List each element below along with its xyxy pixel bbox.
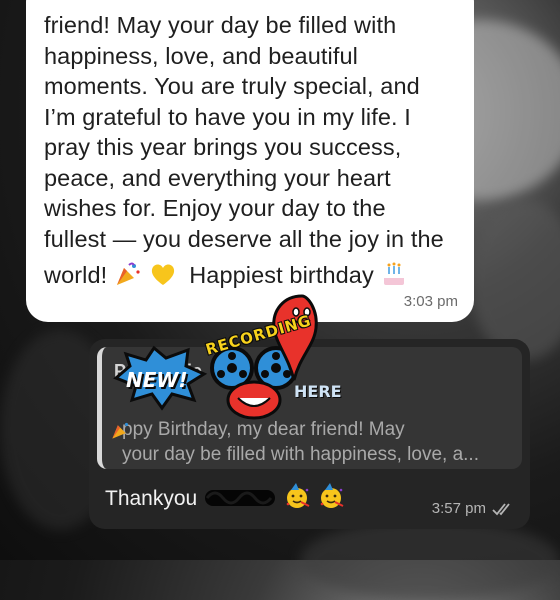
message-line: moments. You are truly special, and <box>44 73 420 99</box>
message-line: happiness, love, and beautiful <box>44 42 358 69</box>
here-label: HERE <box>294 382 342 401</box>
yellow-heart-icon <box>151 264 174 285</box>
message-line: I’m grateful to have you in my life. I <box>44 103 411 130</box>
message-meta: 3:57 pm <box>432 500 514 517</box>
message-timestamp: 3:57 pm <box>431 500 486 517</box>
new-label: NEW! <box>126 368 188 392</box>
message-timestamp: 3:03 pm <box>403 293 458 310</box>
message-line: peace, and everything your heart <box>44 164 391 191</box>
message-line: world! Happiest birthday <box>44 260 460 291</box>
double-check-icon <box>492 502 510 515</box>
party-popper-icon <box>116 262 140 285</box>
recording-sticker-art <box>113 294 318 420</box>
reply-text-row: Thankyou <box>105 482 345 511</box>
incoming-message-bubble[interactable]: friend! May your day be filled with happ… <box>26 0 474 322</box>
message-line: fullest — you deserve all the joy in the <box>44 225 444 252</box>
partying-face-icon <box>320 483 344 508</box>
recording-sticker: RECORDING NEW! HERE <box>108 290 342 430</box>
quoted-line: your day be filled with happiness, love,… <box>122 444 479 465</box>
partying-face-icon <box>286 483 310 508</box>
message-line: wishes for. Enjoy your day to the <box>44 195 386 221</box>
message-word: Happiest birthday <box>189 262 374 288</box>
incoming-message-text: friend! May your day be filled with happ… <box>44 10 460 291</box>
birthday-cake-icon <box>384 262 405 285</box>
message-line: friend! May your day be filled with <box>44 12 397 38</box>
reply-text: Thankyou <box>105 487 198 510</box>
message-word: world! <box>44 262 108 288</box>
redaction-scribble <box>205 490 276 506</box>
message-line: pray this year brings you success, <box>44 134 402 160</box>
